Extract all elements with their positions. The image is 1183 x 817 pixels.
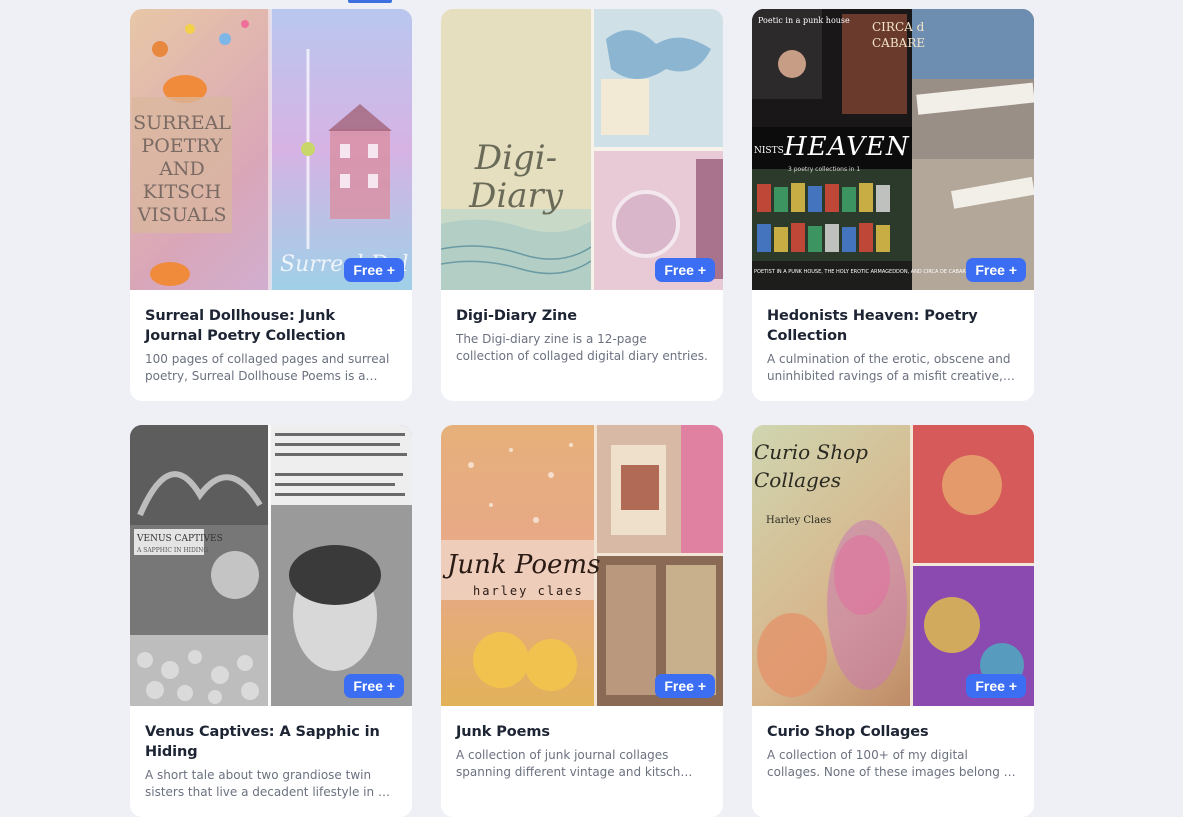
- product-title[interactable]: Junk Poems: [456, 722, 708, 742]
- product-card[interactable]: Junk Poems harley claes Free + Junk Poem…: [441, 425, 723, 817]
- cover-small-text: 3 poetry collections in 1: [788, 166, 860, 173]
- cover-art-curio-shop: Curio Shop Collages Harley Claes: [752, 425, 1034, 706]
- cover-text-line: VISUALS: [136, 204, 226, 226]
- cover-small-text: CIRCA d: [872, 20, 925, 34]
- product-title[interactable]: Surreal Dollhouse: Junk Journal Poetry C…: [145, 306, 397, 346]
- active-tab-indicator: [348, 0, 392, 3]
- cover-art-venus-captives: VENUS CAPTIVES A SAPPHIC IN HIDING: [130, 425, 412, 706]
- product-cover-image[interactable]: Junk Poems harley claes Free +: [441, 425, 723, 706]
- cover-text-line: KITSCH: [143, 181, 222, 203]
- product-cover-image[interactable]: Poetic in a punk house CIRCA d CABARE NI…: [752, 9, 1034, 290]
- cover-heading: VENUS CAPTIVES: [136, 534, 223, 544]
- product-title[interactable]: Venus Captives: A Sapphic in Hiding: [145, 722, 397, 762]
- product-description: A short tale about two grandiose twin si…: [145, 768, 386, 799]
- cover-art-junk-poems: Junk Poems harley claes: [441, 425, 723, 706]
- product-cover-image[interactable]: Curio Shop Collages Harley Claes Free +: [752, 425, 1034, 706]
- cover-text-line: Curio Shop: [754, 440, 868, 464]
- product-card[interactable]: VENUS CAPTIVES A SAPPHIC IN HIDING Free …: [130, 425, 412, 817]
- cover-small-text: NISTS: [754, 146, 784, 156]
- cover-art-hedonists-heaven: Poetic in a punk house CIRCA d CABARE NI…: [752, 9, 1034, 290]
- product-description: A collection of 100+ of my digital colla…: [767, 748, 1016, 779]
- product-description: 100 pages of collaged pages and surreal …: [145, 352, 390, 383]
- cover-small-text: harley claes: [473, 584, 584, 598]
- cover-text-line: SURREAL: [133, 112, 231, 134]
- cover-text-line: Digi-: [474, 138, 557, 178]
- product-card[interactable]: Poetic in a punk house CIRCA d CABARE NI…: [752, 9, 1034, 401]
- product-title[interactable]: Digi-Diary Zine: [456, 306, 708, 326]
- cover-text-line: Collages: [754, 468, 841, 492]
- product-description: The Digi-diary zine is a 12-page collect…: [456, 332, 708, 363]
- price-badge[interactable]: Free +: [966, 674, 1026, 698]
- product-cover-image[interactable]: SURREAL POETRY AND KITSCH VISUALS Surrea…: [130, 9, 412, 290]
- price-badge[interactable]: Free +: [655, 258, 715, 282]
- cover-art-surreal-dollhouse: SURREAL POETRY AND KITSCH VISUALS Surrea…: [130, 9, 412, 290]
- cover-art-digi-diary: Digi- Diary: [441, 9, 723, 290]
- product-cover-image[interactable]: VENUS CAPTIVES A SAPPHIC IN HIDING Free …: [130, 425, 412, 706]
- cover-text-line: POETRY: [141, 135, 223, 157]
- product-card[interactable]: Curio Shop Collages Harley Claes Free + …: [752, 425, 1034, 817]
- product-title[interactable]: Hedonists Heaven: Poetry Collection: [767, 306, 1019, 346]
- cover-small-text: Poetic in a punk house: [758, 16, 850, 25]
- product-cover-image[interactable]: Digi- Diary Free +: [441, 9, 723, 290]
- product-grid: SURREAL POETRY AND KITSCH VISUALS Surrea…: [130, 9, 1034, 817]
- cover-small-text: Harley Claes: [766, 515, 831, 526]
- cover-text-line: AND: [158, 158, 205, 180]
- price-badge[interactable]: Free +: [344, 258, 404, 282]
- price-badge[interactable]: Free +: [655, 674, 715, 698]
- product-title[interactable]: Curio Shop Collages: [767, 722, 1019, 742]
- cover-text-line: Diary: [468, 176, 564, 216]
- product-description: A culmination of the erotic, obscene and…: [767, 352, 1011, 383]
- product-card[interactable]: SURREAL POETRY AND KITSCH VISUALS Surrea…: [130, 9, 412, 401]
- price-badge[interactable]: Free +: [344, 674, 404, 698]
- cover-heading: HEAVEN: [783, 132, 910, 162]
- cover-small-text: CABARE: [872, 36, 925, 50]
- price-badge[interactable]: Free +: [966, 258, 1026, 282]
- cover-small-text: A SAPPHIC IN HIDING: [136, 547, 208, 554]
- cover-small-text: POETIST IN A PUNK HOUSE, THE HOLY EROTIC…: [754, 269, 973, 275]
- product-description: A collection of junk journal collages sp…: [456, 748, 681, 779]
- cover-heading: Junk Poems: [442, 550, 600, 580]
- product-card[interactable]: Digi- Diary Free + Digi-Diary Zine The D…: [441, 9, 723, 401]
